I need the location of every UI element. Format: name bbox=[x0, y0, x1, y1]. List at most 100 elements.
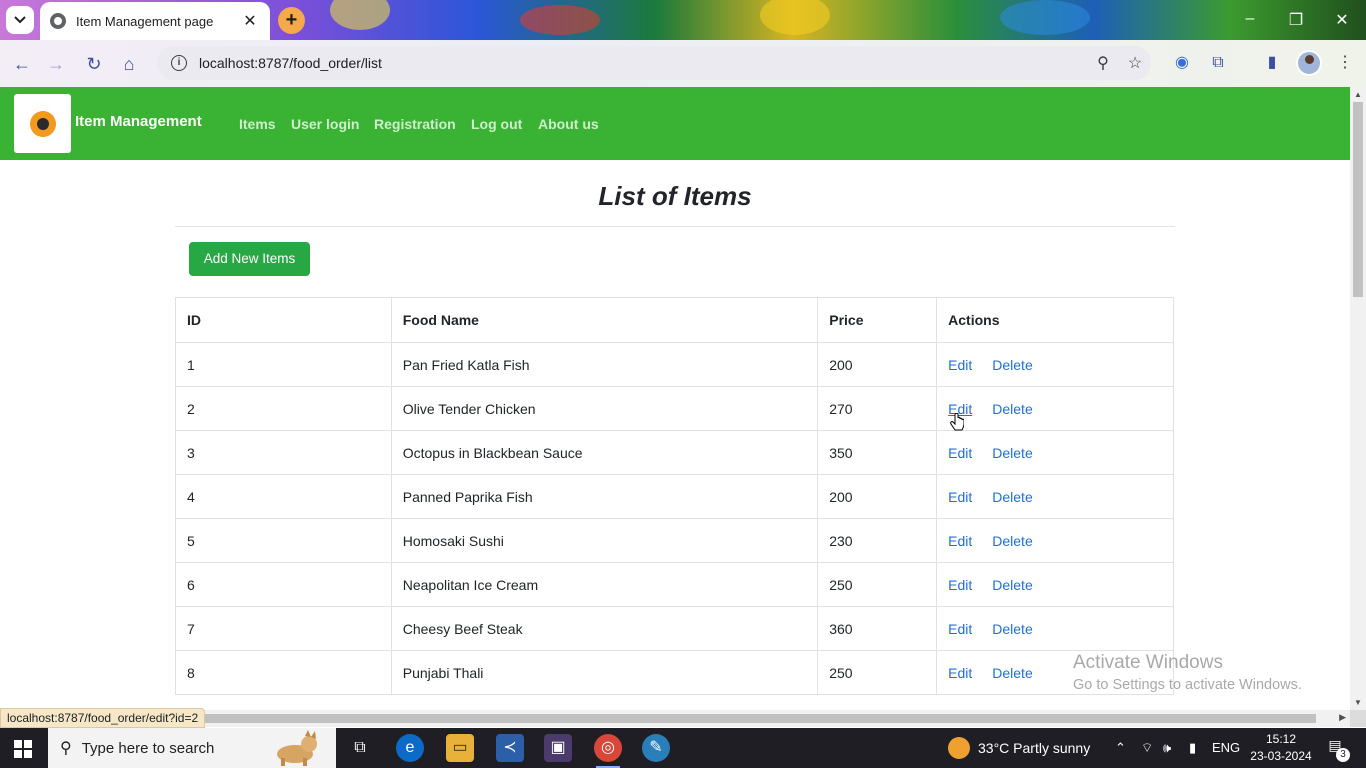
header-actions: Actions bbox=[936, 297, 1174, 343]
file-explorer-icon[interactable]: ▭ bbox=[446, 734, 474, 762]
home-icon[interactable]: ⌂ bbox=[117, 52, 141, 76]
side-panel-icon[interactable]: ▮ bbox=[1261, 52, 1283, 74]
delete-link[interactable]: Delete bbox=[992, 489, 1032, 505]
cell-food-name: Cheesy Beef Steak bbox=[390, 606, 819, 651]
nav-link-registration[interactable]: Registration bbox=[374, 116, 456, 132]
window-close-icon[interactable]: ✕ bbox=[1332, 10, 1352, 30]
more-menu-icon[interactable]: ⋮ bbox=[1334, 52, 1356, 74]
logo[interactable] bbox=[14, 94, 71, 153]
cell-price: 360 bbox=[817, 606, 938, 651]
system-clock[interactable]: 15:12 23-03-2024 bbox=[1246, 731, 1316, 765]
edit-link[interactable]: Edit bbox=[948, 533, 972, 549]
tab-search-button[interactable] bbox=[6, 6, 34, 34]
delete-link[interactable]: Delete bbox=[992, 401, 1032, 417]
table-row: 6 Neapolitan Ice Cream 250 Edit Delete bbox=[175, 562, 1174, 607]
cell-price: 200 bbox=[817, 342, 938, 387]
close-icon[interactable]: ✕ bbox=[240, 11, 260, 31]
cell-food-name: Neapolitan Ice Cream bbox=[390, 562, 819, 607]
edit-link[interactable]: Edit bbox=[948, 489, 972, 505]
profile-avatar[interactable] bbox=[1296, 50, 1322, 76]
chrome-icon[interactable]: ◎ bbox=[594, 734, 622, 768]
delete-link[interactable]: Delete bbox=[992, 533, 1032, 549]
cell-id: 3 bbox=[175, 430, 392, 475]
brand-title[interactable]: Item Management bbox=[75, 113, 202, 130]
weather-widget[interactable]: 33°C Partly sunny bbox=[948, 728, 1090, 768]
url-text[interactable]: localhost:8787/food_order/list bbox=[199, 55, 1087, 71]
browser-tab-active[interactable]: Item Management page ✕ bbox=[40, 2, 270, 40]
nav-link-items[interactable]: Items bbox=[239, 116, 276, 132]
extension-icon[interactable]: ◉ bbox=[1171, 52, 1193, 74]
bookmark-star-icon[interactable]: ☆ bbox=[1119, 53, 1151, 73]
game-app-icon[interactable]: ▣ bbox=[544, 734, 572, 762]
vscode-icon[interactable]: ≺ bbox=[496, 734, 524, 762]
microphone-icon[interactable]: ▮ bbox=[1189, 740, 1196, 756]
reload-icon[interactable]: ↻ bbox=[82, 52, 106, 76]
watermark-line2: Go to Settings to activate Windows. bbox=[1073, 677, 1302, 693]
delete-link[interactable]: Delete bbox=[992, 445, 1032, 461]
network-icon[interactable]: ⌔ bbox=[1141, 740, 1153, 756]
add-new-items-button[interactable]: Add New Items bbox=[189, 242, 310, 276]
edit-link[interactable]: Edit bbox=[948, 445, 972, 461]
header-food-name: Food Name bbox=[390, 297, 819, 343]
edit-link[interactable]: Edit bbox=[948, 357, 972, 373]
cell-price: 230 bbox=[817, 518, 938, 563]
nav-link-logout[interactable]: Log out bbox=[471, 116, 522, 132]
table-row: 4 Panned Paprika Fish 200 Edit Delete bbox=[175, 474, 1174, 519]
notification-badge: 3 bbox=[1336, 748, 1350, 762]
vertical-scrollbar[interactable]: ▲ ▼ bbox=[1350, 87, 1366, 710]
address-bar[interactable]: i localhost:8787/food_order/list ⚲ ☆ bbox=[157, 46, 1151, 80]
delete-link[interactable]: Delete bbox=[992, 577, 1032, 593]
browser-tabstrip: Item Management page ✕ + – ❐ ✕ bbox=[0, 0, 1366, 40]
clock-date: 23-03-2024 bbox=[1250, 749, 1312, 763]
cell-id: 8 bbox=[175, 650, 392, 695]
zoom-icon[interactable]: ⚲ bbox=[1087, 53, 1119, 73]
table-row: 8 Punjabi Thali 250 Edit Delete bbox=[175, 650, 1174, 695]
edge-icon[interactable]: e bbox=[396, 734, 424, 762]
new-tab-button[interactable]: + bbox=[278, 7, 305, 34]
show-hidden-icons-chevron-icon[interactable]: ⌃ bbox=[1115, 740, 1126, 756]
scroll-up-icon[interactable]: ▲ bbox=[1353, 90, 1363, 99]
puzzle-icon[interactable]: ⧉ bbox=[1207, 52, 1229, 74]
restore-icon[interactable]: ❐ bbox=[1286, 10, 1306, 30]
windows-start-icon[interactable] bbox=[14, 740, 32, 758]
site-info-icon[interactable]: i bbox=[171, 55, 187, 71]
cell-food-name: Pan Fried Katla Fish bbox=[390, 342, 819, 387]
cell-actions: Edit Delete bbox=[936, 518, 1174, 563]
delete-link[interactable]: Delete bbox=[992, 357, 1032, 373]
items-table: ID Food Name Price Actions 1 Pan Fried Ka… bbox=[175, 297, 1174, 695]
table-row: 3 Octopus in Blackbean Sauce 350 Edit Delete bbox=[175, 430, 1174, 475]
page-viewport: Item Management Items User login Registr… bbox=[0, 87, 1350, 710]
language-indicator[interactable]: ENG bbox=[1212, 740, 1240, 755]
nav-link-user-login[interactable]: User login bbox=[291, 116, 359, 132]
cell-actions: Edit Delete bbox=[936, 606, 1174, 651]
back-arrow-icon[interactable]: ← bbox=[10, 52, 34, 76]
cell-id: 2 bbox=[175, 386, 392, 431]
globe-icon bbox=[50, 13, 66, 29]
nav-link-about-us[interactable]: About us bbox=[538, 116, 599, 132]
table-row: 2 Olive Tender Chicken 270 Edit Delete bbox=[175, 386, 1174, 431]
notification-center-icon[interactable]: ▤ 3 bbox=[1324, 737, 1350, 762]
volume-icon[interactable]: 🕪 bbox=[1163, 740, 1171, 756]
scrollbar-corner bbox=[1350, 710, 1366, 727]
vertical-scroll-thumb[interactable] bbox=[1353, 102, 1363, 297]
paint-icon[interactable]: ✎ bbox=[642, 734, 670, 762]
cell-id: 7 bbox=[175, 606, 392, 651]
delete-link[interactable]: Delete bbox=[992, 665, 1032, 681]
weather-text: 33°C Partly sunny bbox=[978, 740, 1091, 756]
edit-link[interactable]: Edit bbox=[948, 665, 972, 681]
activate-windows-watermark: Activate Windows Go to Settings to activ… bbox=[1073, 652, 1302, 693]
cell-id: 5 bbox=[175, 518, 392, 563]
minimize-icon[interactable]: – bbox=[1240, 10, 1260, 28]
edit-link[interactable]: Edit bbox=[948, 577, 972, 593]
taskbar-search-placeholder[interactable]: Type here to search bbox=[82, 740, 215, 757]
wallpaper-blot bbox=[520, 5, 600, 35]
horizontal-scroll-thumb[interactable] bbox=[200, 714, 1316, 723]
delete-link[interactable]: Delete bbox=[992, 621, 1032, 637]
cell-id: 4 bbox=[175, 474, 392, 519]
edit-link[interactable]: Edit bbox=[948, 621, 972, 637]
scroll-down-icon[interactable]: ▼ bbox=[1353, 698, 1363, 707]
scroll-right-icon[interactable]: ▶ bbox=[1339, 712, 1346, 723]
forward-arrow-icon[interactable]: → bbox=[44, 52, 68, 76]
task-view-icon[interactable]: ⧉ bbox=[346, 734, 374, 762]
cell-id: 6 bbox=[175, 562, 392, 607]
